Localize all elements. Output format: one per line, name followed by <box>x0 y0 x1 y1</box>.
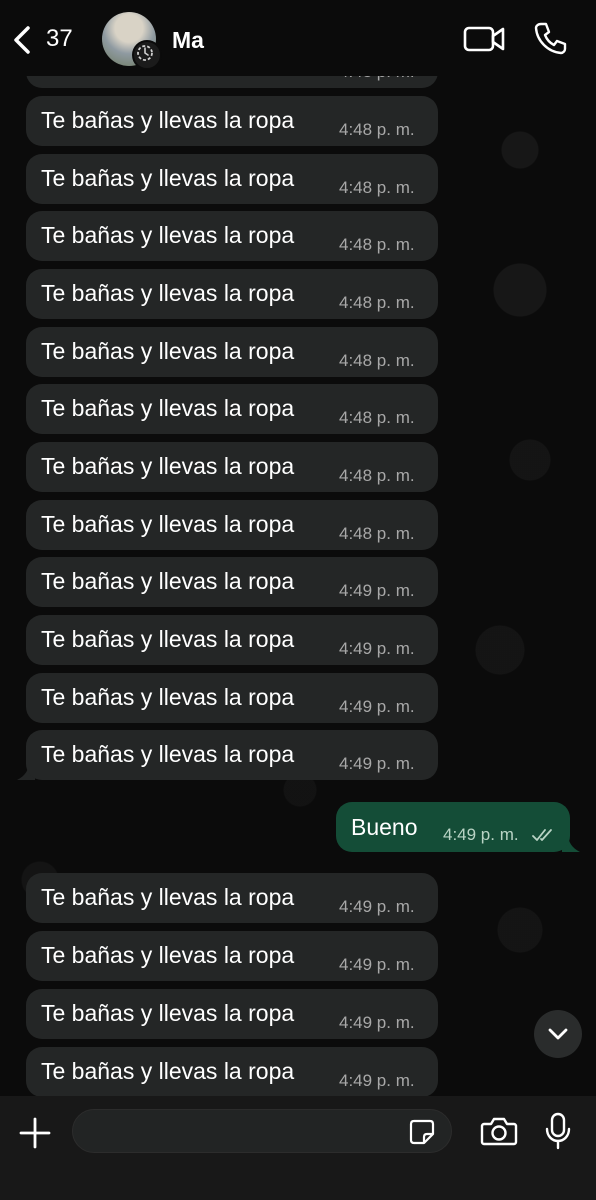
scroll-to-bottom-button[interactable] <box>534 1010 582 1058</box>
message-text: Te bañas y llevas la ropa <box>41 222 295 248</box>
message-time: 4:49 p. m. <box>443 825 519 844</box>
message-bubble-incoming[interactable]: Te bañas y llevas la ropa 4:49 p. m. <box>26 730 438 780</box>
message-text: Te bañas y llevas la ropa <box>41 568 295 594</box>
message-time: 4:49 p. m. <box>339 581 415 600</box>
message-text: Te bañas y llevas la ropa <box>41 884 295 910</box>
back-chevron-icon[interactable] <box>10 24 34 56</box>
message-text: Te bañas y llevas la ropa <box>41 165 295 191</box>
message-time: 4:48 p. m. <box>339 351 415 370</box>
message-bubble-outgoing[interactable]: Bueno 4:49 p. m. <box>336 802 570 852</box>
message-time: 4:48 p. m. <box>339 235 415 254</box>
message-time: 4:48 p. m. <box>339 466 415 485</box>
message-text: Te bañas y llevas la ropa <box>41 1058 295 1084</box>
message-time: 4:49 p. m. <box>339 955 415 974</box>
message-text: Te bañas y llevas la ropa <box>41 684 295 710</box>
message-text: Bueno <box>351 814 418 840</box>
message-time: 4:49 p. m. <box>339 639 415 658</box>
chevron-down-icon <box>548 1028 568 1040</box>
message-time: 4:49 p. m. <box>339 897 415 916</box>
read-receipt-icon <box>532 829 552 841</box>
message-time: 4:48 p. m. <box>339 408 415 427</box>
camera-icon[interactable] <box>480 1115 518 1147</box>
message-bubble-incoming[interactable]: Te bañas y llevas la ropa 4:48 p. m. <box>26 154 438 204</box>
message-time: 4:48 p. m. <box>339 293 415 312</box>
message-text: Te bañas y llevas la ropa <box>41 453 295 479</box>
message-text: Te bañas y llevas la ropa <box>41 511 295 537</box>
message-bubble-incoming[interactable]: Te bañas y llevas la ropa 4:49 p. m. <box>26 673 438 723</box>
message-bubble-incoming[interactable]: Te bañas y llevas la ropa 4:49 p. m. <box>26 931 438 981</box>
message-text: Te bañas y llevas la ropa <box>41 107 295 133</box>
chat-header: 37 Ma <box>0 0 596 76</box>
message-text: Te bañas y llevas la ropa <box>41 626 295 652</box>
message-bubble-incoming[interactable]: Te bañas y llevas la ropa 4:48 p. m. <box>26 211 438 261</box>
message-bubble-incoming[interactable]: Te bañas y llevas la ropa 4:49 p. m. <box>26 615 438 665</box>
message-time: 4:48 p. m. <box>339 178 415 197</box>
message-bubble-incoming[interactable]: Te bañas y llevas la ropa 4:48 p. m. <box>26 442 438 492</box>
message-time: 4:49 p. m. <box>339 1071 415 1090</box>
message-bubble-incoming[interactable]: Te bañas y llevas la ropa 4:49 p. m. <box>26 989 438 1039</box>
message-bubble-incoming[interactable]: Te bañas y llevas la ropa 4:48 p. m. <box>26 500 438 550</box>
message-bubble-incoming[interactable]: Te bañas y llevas la ropa 4:49 p. m. <box>26 873 438 923</box>
message-text: Te bañas y llevas la ropa <box>41 741 295 767</box>
plus-icon[interactable] <box>18 1116 52 1150</box>
message-bubble-incoming[interactable]: Te bañas y llevas la ropa 4:49 p. m. <box>26 1047 438 1097</box>
message-text: Te bañas y llevas la ropa <box>41 395 295 421</box>
message-input[interactable] <box>72 1109 452 1153</box>
message-text: Te bañas y llevas la ropa <box>41 1000 295 1026</box>
message-bubble-incoming[interactable]: Te bañas y llevas la ropa 4:49 p. m. <box>26 557 438 607</box>
message-time: 4:49 p. m. <box>339 1013 415 1032</box>
message-text: Te bañas y llevas la ropa <box>41 942 295 968</box>
unread-count[interactable]: 37 <box>46 25 73 53</box>
message-text: Te bañas y llevas la ropa <box>41 338 295 364</box>
composer-bar <box>0 1096 596 1200</box>
message-time: 4:48 p. m. <box>339 120 415 139</box>
message-bubble-incoming[interactable]: Te bañas y llevas la ropa 4:48 p. m. <box>26 384 438 434</box>
message-time: 4:48 p. m. <box>339 524 415 543</box>
sticker-icon[interactable] <box>408 1118 436 1146</box>
message-bubble-incoming[interactable]: Te bañas y llevas la ropa 4:48 p. m. <box>26 96 438 146</box>
video-call-icon[interactable] <box>462 22 506 56</box>
message-bubble-incoming[interactable]: Te bañas y llevas la ropa 4:48 p. m. <box>26 327 438 377</box>
message-bubble-incoming[interactable]: Te bañas y llevas la ropa 4:48 p. m. <box>26 269 438 319</box>
message-time: 4:49 p. m. <box>339 754 415 773</box>
message-text: Te bañas y llevas la ropa <box>41 280 295 306</box>
message-time: 4:49 p. m. <box>339 697 415 716</box>
microphone-icon[interactable] <box>544 1112 572 1150</box>
contact-name[interactable]: Ma <box>172 27 204 54</box>
status-ring-icon <box>132 40 162 70</box>
phone-icon[interactable] <box>532 20 568 56</box>
